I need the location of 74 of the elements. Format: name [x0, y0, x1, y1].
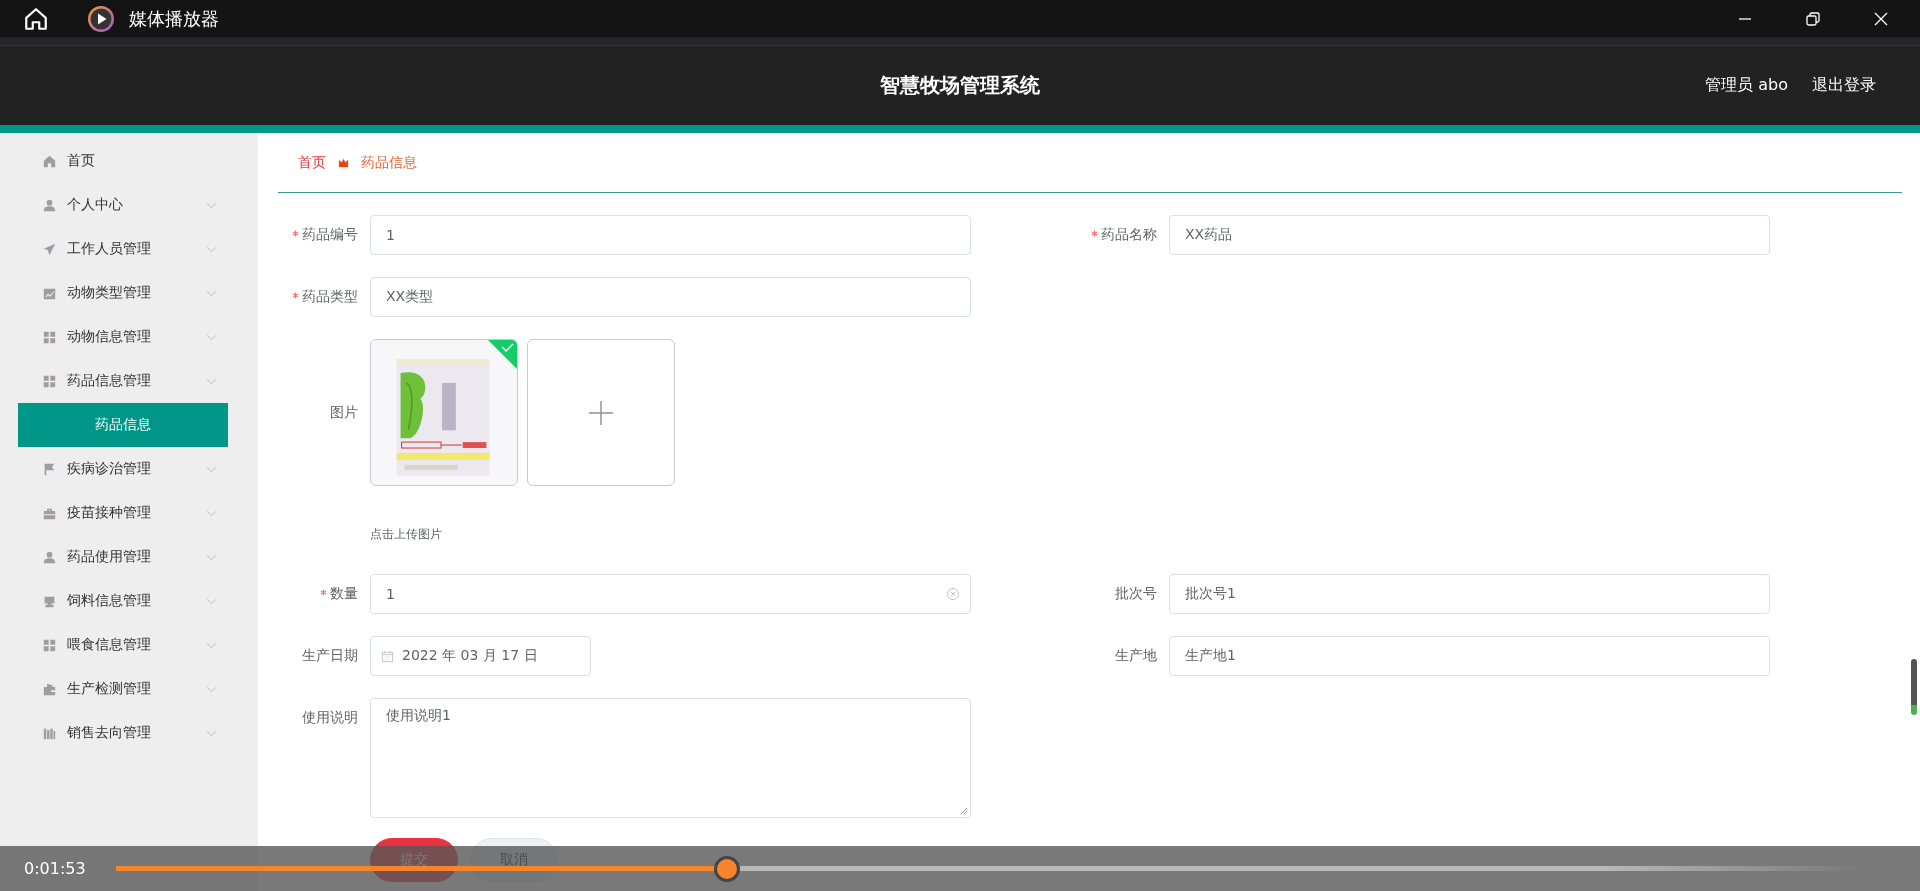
chevron-icon: [206, 246, 217, 253]
menu-item[interactable]: 药品使用管理: [0, 535, 258, 579]
field-label: 使用说明: [302, 709, 358, 727]
text-area[interactable]: 使用说明1: [370, 698, 971, 818]
field-label: 数量: [330, 585, 358, 603]
window-title: 媒体播放器: [129, 6, 219, 31]
calendar-icon: [381, 649, 394, 663]
input-field[interactable]: 批次号1: [1169, 574, 1770, 614]
chevron-icon: [206, 202, 217, 209]
input-field[interactable]: 1: [370, 215, 971, 255]
grid-icon: [43, 638, 56, 652]
upload-hint: 点击上传图片: [370, 526, 443, 543]
menu-item[interactable]: 疫苗接种管理: [0, 491, 258, 535]
person-icon: [43, 198, 56, 212]
breadcrumb-link[interactable]: 首页: [298, 153, 326, 172]
menu-item[interactable]: 工作人员管理: [0, 227, 258, 271]
seek-handle[interactable]: [714, 855, 741, 882]
field-label: 生产地: [1115, 647, 1157, 665]
home-icon: [43, 154, 56, 168]
menu-item[interactable]: 动物信息管理: [0, 315, 258, 359]
date-field[interactable]: 2022 年 03 月 17 日: [370, 636, 591, 676]
field-label: 图片: [330, 403, 358, 422]
logout-link[interactable]: 退出登录: [1812, 75, 1876, 96]
case-icon: [43, 506, 56, 520]
menu-item[interactable]: 生产检测管理: [0, 667, 258, 711]
chevron-icon: [206, 510, 217, 517]
chevron-icon: [206, 730, 217, 737]
input-field[interactable]: 生产地1: [1169, 636, 1770, 676]
input-field[interactable]: XX药品: [1169, 215, 1770, 255]
wallet-icon: [43, 682, 56, 696]
chevron-icon: [206, 334, 217, 341]
menu-item[interactable]: 个人中心: [0, 183, 258, 227]
menu-item[interactable]: 饲料信息管理: [0, 579, 258, 623]
menu-item[interactable]: 动物类型管理: [0, 271, 258, 315]
menu-item[interactable]: 药品信息管理: [0, 359, 258, 403]
chevron-icon: [206, 378, 217, 385]
menu-item[interactable]: 销售去向管理: [0, 711, 258, 755]
field-label: 批次号: [1115, 585, 1157, 603]
flag-icon: [43, 462, 56, 476]
chevron-icon: [206, 686, 217, 693]
field-label: 药品名称: [1101, 226, 1157, 244]
restore-icon[interactable]: [1805, 10, 1821, 27]
chevron-icon: [206, 290, 217, 297]
chevron-icon: [206, 598, 217, 605]
field-label: 生产日期: [302, 647, 358, 665]
input-field[interactable]: XX类型: [370, 277, 971, 317]
grid-icon: [43, 330, 56, 344]
play-logo-icon: [87, 4, 115, 33]
plane-icon: [43, 242, 56, 256]
menu-item[interactable]: 疾病诊治管理: [0, 447, 258, 491]
user-name: 管理员 abo: [1705, 75, 1788, 96]
grid-icon: [43, 374, 56, 388]
field-label: 药品编号: [302, 226, 358, 244]
menu-item[interactable]: 喂食信息管理: [0, 623, 258, 667]
input-field[interactable]: 1: [370, 574, 971, 614]
home-icon[interactable]: [23, 5, 49, 32]
scrollbar-drawing: [1911, 659, 1917, 715]
chevron-icon: [206, 554, 217, 561]
tray-icon: [43, 594, 56, 608]
chart-icon: [43, 286, 56, 300]
person-icon: [43, 550, 56, 564]
field-label: 药品类型: [302, 288, 358, 306]
playback-time: 0:01:53: [24, 859, 87, 878]
app-title: 智慧牧场管理系统: [880, 72, 1040, 99]
plus-icon: [588, 399, 614, 426]
resize-grip-icon[interactable]: [960, 807, 968, 815]
breadcrumb-link[interactable]: 药品信息: [361, 153, 417, 172]
submenu-item[interactable]: 药品信息: [18, 403, 228, 447]
bars-icon: [43, 726, 56, 740]
crown-icon: [338, 157, 349, 168]
menu-item[interactable]: 首页: [0, 139, 258, 183]
close-icon[interactable]: [1873, 10, 1889, 27]
chevron-icon: [206, 466, 217, 473]
chevron-icon: [206, 642, 217, 649]
